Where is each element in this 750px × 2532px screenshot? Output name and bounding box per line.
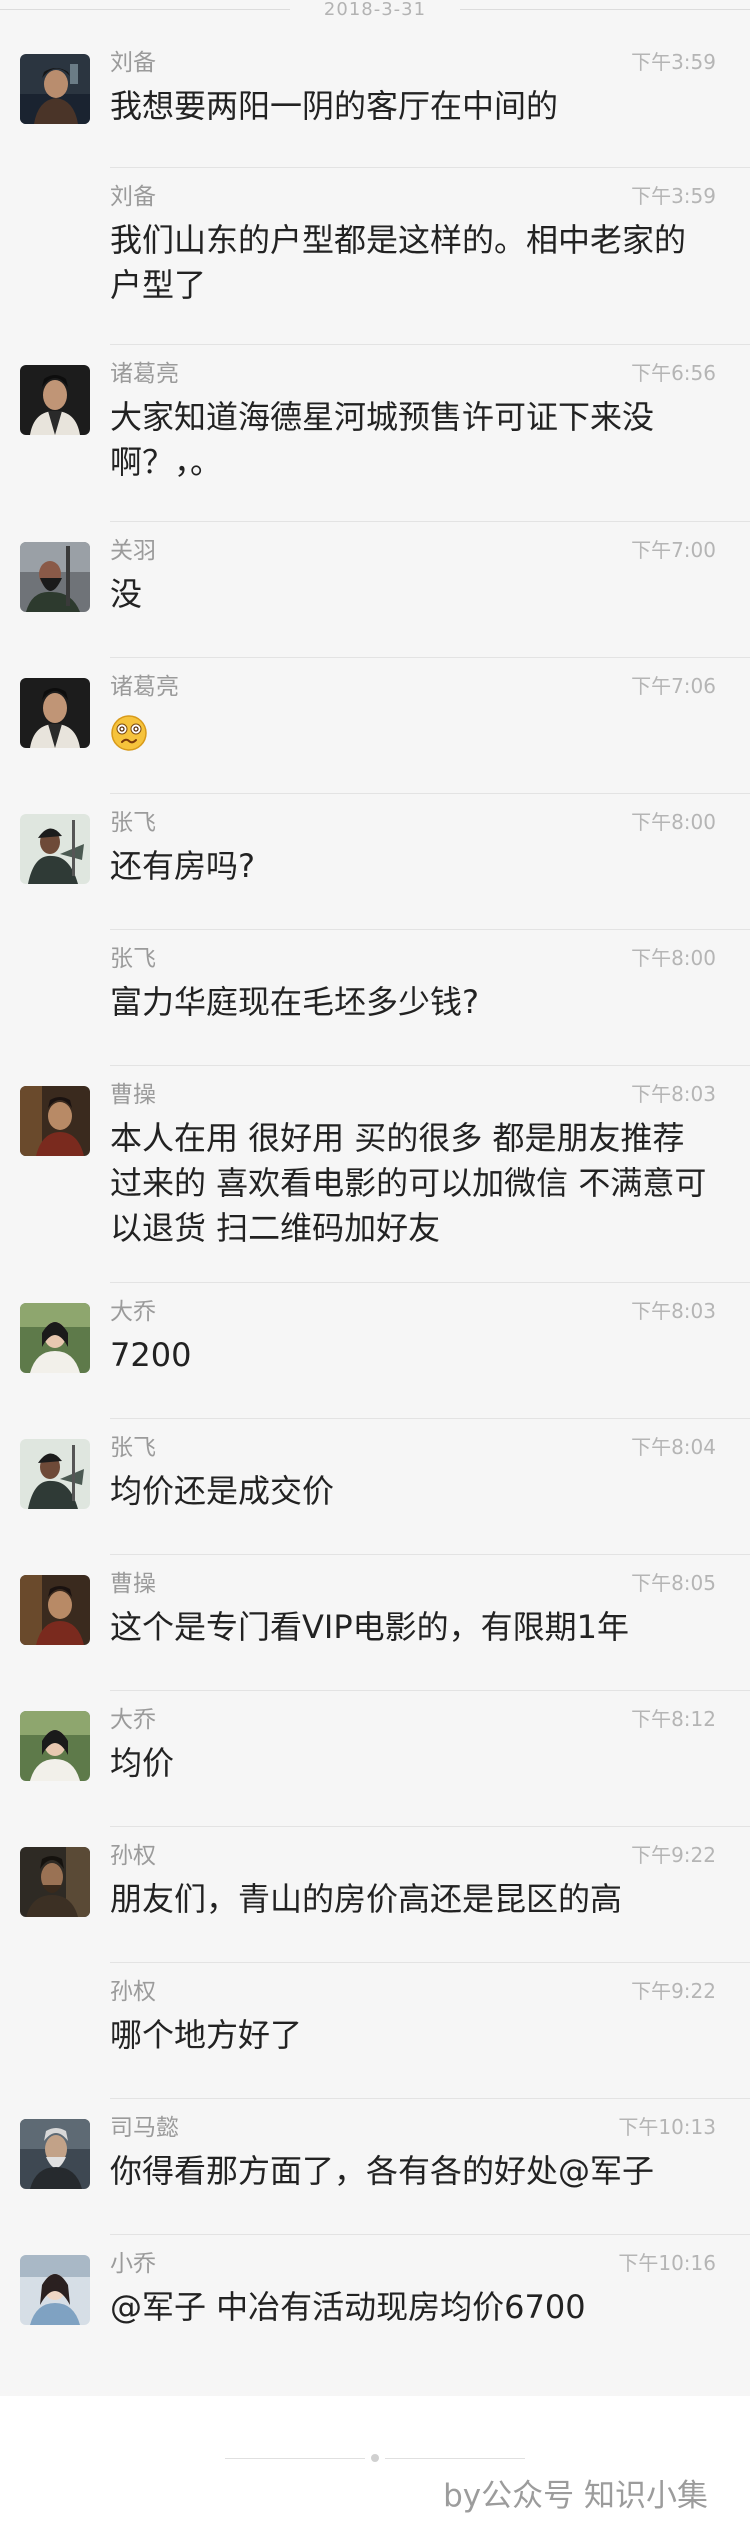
sender-name: 诸葛亮 (110, 674, 179, 700)
message-time: 下午8:00 (631, 946, 716, 970)
message-time: 下午8:12 (631, 1707, 716, 1731)
message-text: @军子 中冶有活动现房均价6700 (110, 2288, 586, 2326)
message-item[interactable]: 关羽 下午7:00 没 (0, 522, 750, 658)
message-text: 均价 (110, 1744, 175, 1782)
message-time: 下午8:00 (631, 810, 716, 834)
sender-name: 孙权 (110, 1843, 156, 1869)
footer: by公众号 知识小集 (0, 2396, 750, 2532)
sender-name: 刘备 (110, 50, 156, 76)
confused-face-icon (110, 714, 148, 752)
message-text: 富力华庭现在毛坯多少钱? (110, 983, 479, 1021)
date-separator: 2018-3-31 (0, 0, 750, 26)
sender-name: 小乔 (110, 2251, 156, 2277)
sender-name: 张飞 (110, 810, 156, 836)
zhugeliang-avatar[interactable] (20, 678, 90, 748)
message-list[interactable]: 刘备 下午3:59 我想要两阳一阴的客厅在中间的 刘备 下午3:59 我们山东的… (0, 34, 750, 2371)
message-text: 7200 (110, 1336, 192, 1374)
message-item[interactable]: 刘备 下午3:59 我想要两阳一阴的客厅在中间的 (0, 34, 750, 168)
message-time: 下午8:03 (631, 1299, 716, 1323)
message-time: 下午10:16 (618, 2251, 716, 2275)
message-item[interactable]: 小乔 下午10:16 @军子 中冶有活动现房均价6700 (0, 2235, 750, 2371)
sender-name: 大乔 (110, 1707, 156, 1733)
watermark: by公众号 知识小集 (443, 2478, 708, 2514)
message-item[interactable]: 大乔 下午8:12 均价 (0, 1691, 750, 1827)
message-time: 下午6:56 (631, 361, 716, 385)
date-separator-line-right (460, 9, 750, 10)
message-time: 下午8:04 (631, 1435, 716, 1459)
message-text: 大家知道海德星河城预售许可证下来没啊？，。 (110, 398, 655, 481)
message-item[interactable]: 张飞 下午8:00 富力华庭现在毛坯多少钱? (0, 930, 750, 1066)
message-item[interactable]: 张飞 下午8:00 还有房吗? (0, 794, 750, 930)
message-text: 哪个地方好了 (110, 2016, 303, 2054)
caocao-avatar[interactable] (20, 1086, 90, 1156)
sender-name: 刘备 (110, 184, 156, 210)
message-time: 下午7:06 (631, 674, 716, 698)
message-text: 没 (110, 575, 143, 613)
sender-name: 关羽 (110, 538, 156, 564)
zhangfei-avatar[interactable] (20, 814, 90, 884)
sender-name: 张飞 (110, 1435, 156, 1461)
message-item[interactable]: 诸葛亮 下午7:06 (0, 658, 750, 794)
message-time: 下午3:59 (631, 50, 716, 74)
sender-name: 诸葛亮 (110, 361, 179, 387)
sender-name: 孙权 (110, 1979, 156, 2005)
sender-name: 张飞 (110, 946, 156, 972)
simayi-avatar[interactable] (20, 2119, 90, 2189)
message-time: 下午8:05 (631, 1571, 716, 1595)
footer-line-right (385, 2458, 525, 2459)
message-item[interactable]: 孙权 下午9:22 朋友们，青山的房价高还是昆区的高 (0, 1827, 750, 1963)
chat-page: 2018-3-31 刘备 下午3:59 我想要两阳一阴的客厅在中间的 刘备 下午… (0, 0, 750, 2532)
footer-dot-icon (371, 2454, 379, 2462)
sender-name: 司马懿 (110, 2115, 179, 2141)
message-item[interactable]: 曹操 下午8:05 这个是专门看VIP电影的，有限期1年 (0, 1555, 750, 1691)
zhangfei-avatar[interactable] (20, 1439, 90, 1509)
message-text: 朋友们，青山的房价高还是昆区的高 (110, 1880, 623, 1918)
liubei-avatar[interactable] (20, 54, 90, 124)
xiaoqiao-avatar[interactable] (20, 2255, 90, 2325)
message-item[interactable]: 刘备 下午3:59 我们山东的户型都是这样的。相中老家的户型了 (0, 168, 750, 345)
message-item[interactable]: 曹操 下午8:03 本人在用 很好用 买的很多 都是朋友推荐过来的 喜欢看电影的… (0, 1066, 750, 1283)
sender-name: 大乔 (110, 1299, 156, 1325)
date-separator-line-left (0, 9, 290, 10)
message-text: 这个是专门看VIP电影的，有限期1年 (110, 1608, 629, 1646)
message-text: 本人在用 很好用 买的很多 都是朋友推荐过来的 喜欢看电影的可以加微信 不满意可… (110, 1119, 707, 1247)
daqiao-avatar[interactable] (20, 1303, 90, 1373)
message-item[interactable]: 孙权 下午9:22 哪个地方好了 (0, 1963, 750, 2099)
footer-line-left (225, 2458, 365, 2459)
message-item[interactable]: 诸葛亮 下午6:56 大家知道海德星河城预售许可证下来没啊？，。 (0, 345, 750, 522)
sender-name: 曹操 (110, 1082, 156, 1108)
message-time: 下午3:59 (631, 184, 716, 208)
message-text: 你得看那方面了，各有各的好处@军子 (110, 2152, 655, 2190)
message-item[interactable]: 大乔 下午8:03 7200 (0, 1283, 750, 1419)
message-text: 我们山东的户型都是这样的。相中老家的户型了 (110, 221, 687, 304)
message-text: 均价还是成交价 (110, 1472, 335, 1510)
zhugeliang-avatar[interactable] (20, 365, 90, 435)
message-time: 下午7:00 (631, 538, 716, 562)
message-item[interactable]: 司马懿 下午10:13 你得看那方面了，各有各的好处@军子 (0, 2099, 750, 2235)
message-time: 下午9:22 (631, 1843, 716, 1867)
guanyu-avatar[interactable] (20, 542, 90, 612)
message-item[interactable]: 张飞 下午8:04 均价还是成交价 (0, 1419, 750, 1555)
message-text: 还有房吗? (110, 847, 255, 885)
sunquan-avatar[interactable] (20, 1847, 90, 1917)
caocao-avatar[interactable] (20, 1575, 90, 1645)
daqiao-avatar[interactable] (20, 1711, 90, 1781)
sender-name: 曹操 (110, 1571, 156, 1597)
message-text: 我想要两阳一阴的客厅在中间的 (110, 87, 559, 125)
date-label: 2018-3-31 (323, 0, 427, 20)
message-time: 下午8:03 (631, 1082, 716, 1106)
message-time: 下午9:22 (631, 1979, 716, 2003)
message-time: 下午10:13 (618, 2115, 716, 2139)
